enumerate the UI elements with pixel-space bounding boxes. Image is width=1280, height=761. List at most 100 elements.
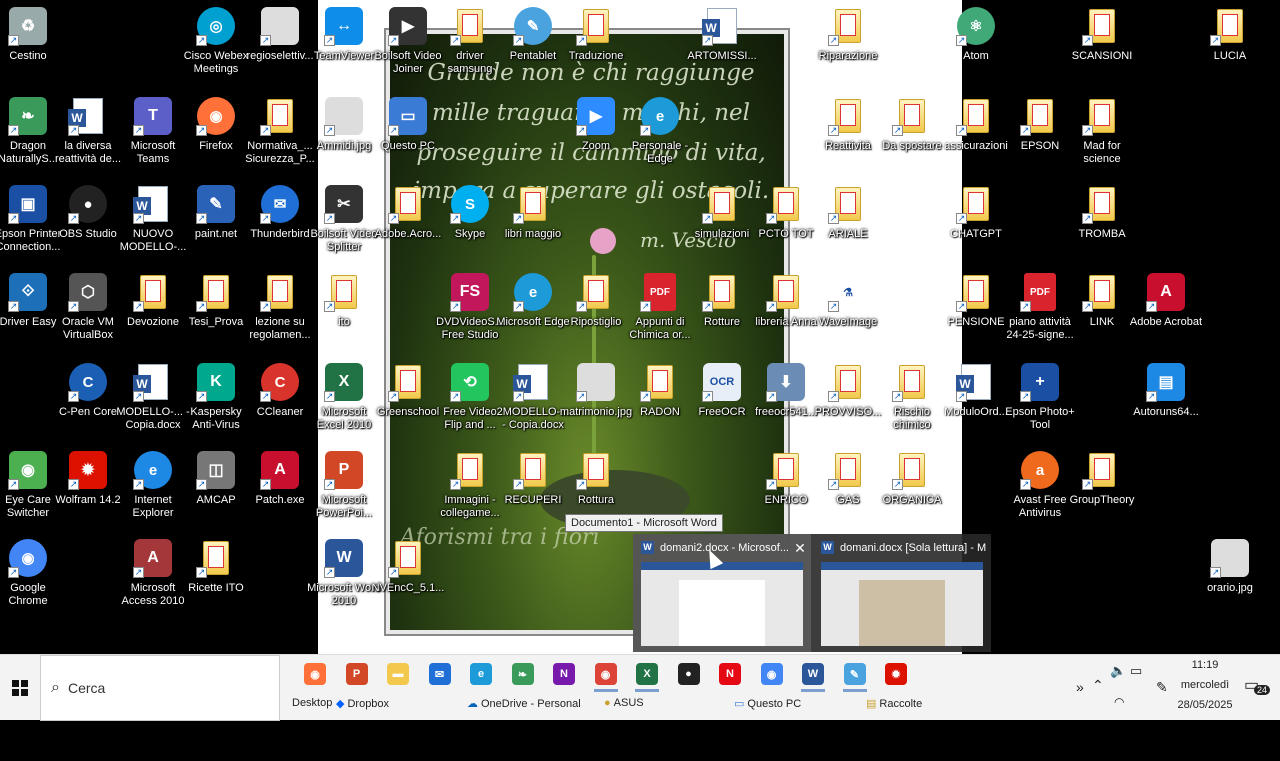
desktop-icon-epson[interactable]: ↗ EPSON: [1008, 96, 1072, 153]
toolbar-link-desktop[interactable]: Desktop: [292, 697, 332, 709]
taskbar-app-chrome[interactable]: ◉: [757, 659, 787, 689]
window-preview-domani[interactable]: Wdomani.docx [Sola lettura] - Mi...: [813, 534, 991, 652]
desktop-icon-scansioni[interactable]: ↗ SCANSIONI: [1070, 6, 1134, 63]
desktop-icon-ito[interactable]: ↗ ito: [312, 272, 376, 329]
desktop-icon-piano-attivit-24-25-signe[interactable]: PDF ↗ piano attività 24-25-signe...: [1006, 272, 1074, 342]
desktop-icon-simulazioni[interactable]: ↗ simulazioni: [690, 184, 754, 241]
desktop-icon-cisco-webex-meetings[interactable]: ◎ ↗ Cisco Webex Meetings: [184, 6, 248, 76]
toolbar-link-asus[interactable]: ● ASUS: [604, 697, 644, 709]
desktop-icon-free-video-flip-and[interactable]: ⟲ ↗ Free Video Flip and ...: [438, 362, 502, 432]
desktop-icon-link[interactable]: ↗ LINK: [1070, 272, 1134, 329]
desktop-icon-wolfram-14-2[interactable]: ✹ ↗ Wolfram 14.2: [55, 450, 121, 507]
taskbar-app-thunderbird[interactable]: ✉: [425, 659, 455, 689]
desktop-icon-organica[interactable]: ↗ ORGANICA: [880, 450, 944, 507]
taskbar-app-word[interactable]: W: [798, 659, 828, 692]
desktop-icon-enrico[interactable]: ↗ ENRICO: [754, 450, 818, 507]
show-hidden-icons-chevron[interactable]: »: [1076, 679, 1084, 745]
desktop-icon-libri-maggio[interactable]: ↗ libri maggio: [501, 184, 565, 241]
toolbar-link-onedrive[interactable]: ☁ OneDrive - Personal: [467, 697, 581, 711]
desktop-icon-obs-studio[interactable]: ● ↗ OBS Studio: [56, 184, 120, 241]
desktop-icon-dvdvideos-free-studio[interactable]: FS ↗ DVDVideoS... Free Studio: [436, 272, 504, 342]
desktop-icon-libreria-anna[interactable]: ↗ libreria Anna: [754, 272, 818, 329]
desktop-icon-traduzione[interactable]: ↗ Traduzione: [564, 6, 628, 63]
desktop-icon-patch-exe[interactable]: A ↗ Patch.exe: [248, 450, 312, 507]
taskbar-app-excel[interactable]: X: [632, 659, 662, 692]
desktop-icon-internet-explorer[interactable]: e ↗ Internet Explorer: [121, 450, 185, 520]
desktop-icon-modello-copia-docx[interactable]: ↗MODELLO-... - Copia.docx: [116, 362, 190, 432]
desktop-icon-personale-edge[interactable]: e ↗ Personale - Edge: [628, 96, 692, 166]
desktop-icon-questo-pc[interactable]: ▭ ↗ Questo PC: [376, 96, 440, 153]
desktop-icon-boilsoft-video-joiner[interactable]: ▶ ↗ Boilsoft Video Joiner: [374, 6, 442, 76]
desktop-icon-provviso[interactable]: ↗ PROVVISO...: [815, 362, 881, 419]
search-box[interactable]: ⌕ Cerca: [40, 655, 280, 721]
desktop-icon-riparazione[interactable]: ↗ Riparazione: [816, 6, 880, 63]
taskbar-app-wolfram[interactable]: ✹: [881, 659, 911, 689]
wifi-icon[interactable]: ◠: [1114, 695, 1124, 761]
desktop[interactable]: Grande non è chi raggiunge mille traguar…: [0, 0, 1280, 654]
desktop-icon-nvencc-5-1[interactable]: ↗ NVEncC_5.1...: [372, 538, 444, 595]
start-button[interactable]: [0, 655, 40, 721]
desktop-icon-thunderbird[interactable]: ✉ ↗ Thunderbird: [248, 184, 312, 241]
desktop-icon-devozione[interactable]: ↗ Devozione: [121, 272, 185, 329]
desktop-icon-ccleaner[interactable]: C ↗ CCleaner: [248, 362, 312, 419]
desktop-icon-immagini-collegame[interactable]: ↗ Immagini - collegame...: [438, 450, 502, 520]
taskbar-app-pentablet[interactable]: ✎: [840, 659, 870, 692]
desktop-icon-adobe-acrobat[interactable]: A ↗ Adobe Acrobat: [1130, 272, 1202, 329]
desktop-icon-driver-samsung[interactable]: ↗ driver samsung: [438, 6, 502, 76]
desktop-icon-rottura[interactable]: ↗ Rottura: [564, 450, 628, 507]
desktop-icon-radon[interactable]: ↗ RADON: [628, 362, 692, 419]
toolbar-link-raccolte[interactable]: ▤ Raccolte: [866, 697, 922, 711]
desktop-icon-teamviewer[interactable]: ↔ ↗ TeamViewer: [312, 6, 376, 63]
desktop-icon-mad-for-science[interactable]: ↗ Mad for science: [1070, 96, 1134, 166]
desktop-icon-regioselettiv[interactable]: ↗ regioselettiv...: [246, 6, 314, 63]
pen-icon[interactable]: ✎: [1156, 679, 1168, 745]
desktop-icon-microsoft-edge[interactable]: e ↗ Microsoft Edge: [496, 272, 570, 329]
desktop-icon-ripostiglio[interactable]: ↗ Ripostiglio: [564, 272, 628, 329]
desktop-icon-la-diversa-reattivit-de[interactable]: ↗ la diversa reattività de...: [55, 96, 121, 166]
desktop-icon-tesi-prova[interactable]: ↗ Tesi_Prova: [184, 272, 248, 329]
desktop-icon-microsoft-access-2010[interactable]: A ↗ Microsoft Access 2010: [121, 538, 185, 608]
desktop-icon-boilsoft-video-splitter[interactable]: ✂ ↗ Boilsoft Video Splitter: [310, 184, 378, 254]
toolbar-link-questo-pc[interactable]: ▭ Questo PC: [734, 697, 801, 711]
taskbar-app-edge[interactable]: e: [466, 659, 496, 689]
taskbar-app-firefox[interactable]: ◉: [300, 659, 330, 689]
desktop-icon-lucia[interactable]: ↗ LUCIA: [1198, 6, 1262, 63]
desktop-icon-pensione[interactable]: ↗ PENSIONE: [944, 272, 1008, 329]
taskbar-app-chrome-profile[interactable]: ◉: [591, 659, 621, 692]
desktop-icon-microsoft-word-2010[interactable]: W ↗ Microsoft Word 2010: [307, 538, 381, 608]
desktop-icon-orario-jpg[interactable]: ↗ orario.jpg: [1198, 538, 1262, 595]
desktop-icon-chatgpt[interactable]: ↗ CHATGPT: [944, 184, 1008, 241]
desktop-icon-ariale[interactable]: ↗ ARIALE: [816, 184, 880, 241]
taskbar-app-file-explorer[interactable]: ▬: [383, 659, 413, 689]
desktop-icon-greenschool[interactable]: ↗ Greenschool: [376, 362, 440, 419]
clock[interactable]: 11:19 mercoledì 28/05/2025: [1172, 655, 1238, 721]
desktop-icon-microsoft-powerpoi[interactable]: P ↗ Microsoft PowerPoi...: [312, 450, 376, 520]
desktop-icon-google-chrome[interactable]: ◉ ↗ Google Chrome: [0, 538, 60, 608]
desktop-icon-c-pen-core[interactable]: C ↗ C-Pen Core: [56, 362, 120, 419]
desktop-icon-kaspersky-anti-virus[interactable]: K ↗ Kaspersky Anti-Virus: [184, 362, 248, 432]
desktop-icon-2modello-copia-docx[interactable]: ↗2MODELLO-... - Copia.docx: [497, 362, 569, 432]
desktop-icon-gas[interactable]: ↗ GAS: [816, 450, 880, 507]
desktop-icon-microsoft-teams[interactable]: T ↗ Microsoft Teams: [121, 96, 185, 166]
desktop-icon-microsoft-excel-2010[interactable]: X ↗ Microsoft Excel 2010: [312, 362, 376, 432]
desktop-icon-matrimonio-jpg[interactable]: ↗ matrimonio.jpg: [560, 362, 632, 419]
desktop-icon-ammidi-jpg[interactable]: ↗ Ammidi.jpg: [312, 96, 376, 153]
desktop-icon-pcto-tot[interactable]: ↗ PCTO TOT: [754, 184, 818, 241]
toolbar-link-dropbox[interactable]: ◆ Dropbox: [336, 697, 389, 711]
desktop-icon-paint-net[interactable]: ✎ ↗ paint.net: [184, 184, 248, 241]
desktop-icon-assicurazioni[interactable]: ↗ assicurazioni: [944, 96, 1008, 153]
desktop-icon-grouptheory[interactable]: ↗ GroupTheory: [1070, 450, 1134, 507]
desktop-icon-skype[interactable]: S ↗ Skype: [438, 184, 502, 241]
desktop-icon-freeocr[interactable]: OCR ↗ FreeOCR: [690, 362, 754, 419]
taskbar-app-powerpoint[interactable]: P: [342, 659, 372, 689]
desktop-icon-waveimage[interactable]: ⚗ ↗ WaveImage: [816, 272, 880, 329]
desktop-icon-appunti-di-chimica-or[interactable]: PDF ↗ Appunti di Chimica or...: [628, 272, 692, 342]
desktop-icon-normativa-sicurezza-p[interactable]: ↗ Normativa_... Sicurezza_P...: [245, 96, 315, 166]
desktop-icon-epson-photo-tool[interactable]: + ↗ Epson Photo+ Tool: [1005, 362, 1075, 432]
taskbar-app-dragon[interactable]: ❧: [508, 659, 538, 689]
taskbar-app-onenote[interactable]: N: [549, 659, 579, 689]
desktop-icon-nuovo-modello[interactable]: ↗NUOVO MODELLO-...: [120, 184, 186, 254]
desktop-icon-amcap[interactable]: ◫ ↗ AMCAP: [184, 450, 248, 507]
window-preview-domani2[interactable]: Wdomani2.docx - Microsof... ✕: [633, 534, 811, 652]
close-icon[interactable]: ✕: [791, 539, 809, 557]
